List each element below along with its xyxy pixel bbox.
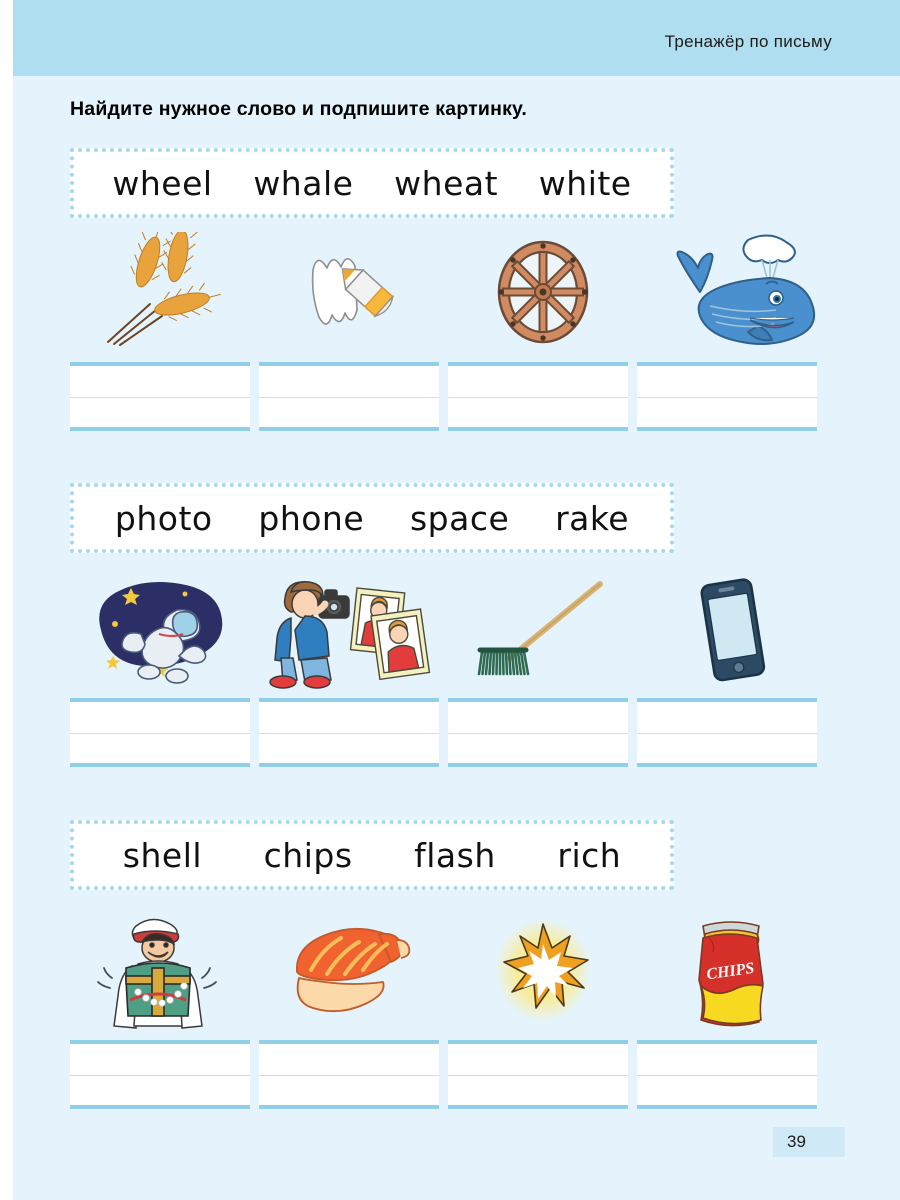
picture-row-1 [70, 232, 860, 350]
word-bank-2: photo phone space rake [70, 483, 674, 553]
mid-guide-line [70, 732, 250, 734]
mid-guide-line [259, 732, 439, 734]
worksheet-page: Тренажёр по письму Найдите нужное слово … [13, 0, 900, 1200]
answer-line[interactable] [259, 362, 439, 431]
word-option[interactable]: photo [115, 499, 213, 538]
mid-guide-line [259, 1074, 439, 1076]
answer-line[interactable] [259, 1040, 439, 1109]
answer-line[interactable] [637, 698, 817, 767]
word-option[interactable]: whale [253, 164, 353, 203]
word-option[interactable]: rich [557, 836, 621, 875]
mid-guide-line [70, 396, 250, 398]
header-title: Тренажёр по письму [664, 32, 832, 51]
wheat-stalks-picture [70, 232, 259, 350]
word-option[interactable]: shell [123, 836, 202, 875]
white-crayon-drawing-picture [259, 232, 448, 350]
word-bank-3: shell chips flash rich [70, 820, 674, 890]
chips-bag-picture: CHIPS [637, 912, 826, 1030]
mid-guide-line [448, 732, 628, 734]
answer-line[interactable] [448, 698, 628, 767]
mid-guide-line [259, 396, 439, 398]
answer-line[interactable] [70, 1040, 250, 1109]
answer-line[interactable] [637, 362, 817, 431]
answer-line-row-2 [70, 698, 860, 767]
word-option[interactable]: flash [414, 836, 496, 875]
whale-picture [637, 232, 826, 350]
word-option[interactable]: phone [258, 499, 364, 538]
wagon-wheel-picture [448, 232, 637, 350]
answer-line-row-3 [70, 1040, 860, 1109]
answer-line[interactable] [70, 362, 250, 431]
mid-guide-line [637, 396, 817, 398]
answer-line-row-1 [70, 362, 860, 431]
rich-man-with-treasure-picture [70, 912, 259, 1030]
mid-guide-line [448, 1074, 628, 1076]
rake-picture [448, 572, 637, 690]
word-option[interactable]: space [410, 499, 509, 538]
astronaut-in-space-picture [70, 572, 259, 690]
page-header: Тренажёр по письму [13, 0, 900, 76]
mid-guide-line [448, 396, 628, 398]
photographer-with-photos-picture [259, 572, 448, 690]
mid-guide-line [637, 1074, 817, 1076]
picture-row-2 [70, 572, 860, 690]
mid-guide-line [637, 732, 817, 734]
word-option[interactable]: white [539, 164, 632, 203]
page-number: 39 [773, 1127, 845, 1157]
answer-line[interactable] [70, 698, 250, 767]
seashell-picture [259, 912, 448, 1030]
mid-guide-line [70, 1074, 250, 1076]
answer-line[interactable] [637, 1040, 817, 1109]
word-option[interactable]: rake [555, 499, 629, 538]
picture-row-3: CHIPS [70, 912, 860, 1030]
answer-line[interactable] [448, 362, 628, 431]
word-option[interactable]: wheel [112, 164, 212, 203]
instruction-text: Найдите нужное слово и подпишите картинк… [70, 98, 527, 120]
flash-burst-picture [448, 912, 637, 1030]
smartphone-picture [637, 572, 826, 690]
answer-line[interactable] [448, 1040, 628, 1109]
word-option[interactable]: chips [264, 836, 353, 875]
word-option[interactable]: wheat [394, 164, 498, 203]
word-bank-1: wheel whale wheat white [70, 148, 674, 218]
answer-line[interactable] [259, 698, 439, 767]
